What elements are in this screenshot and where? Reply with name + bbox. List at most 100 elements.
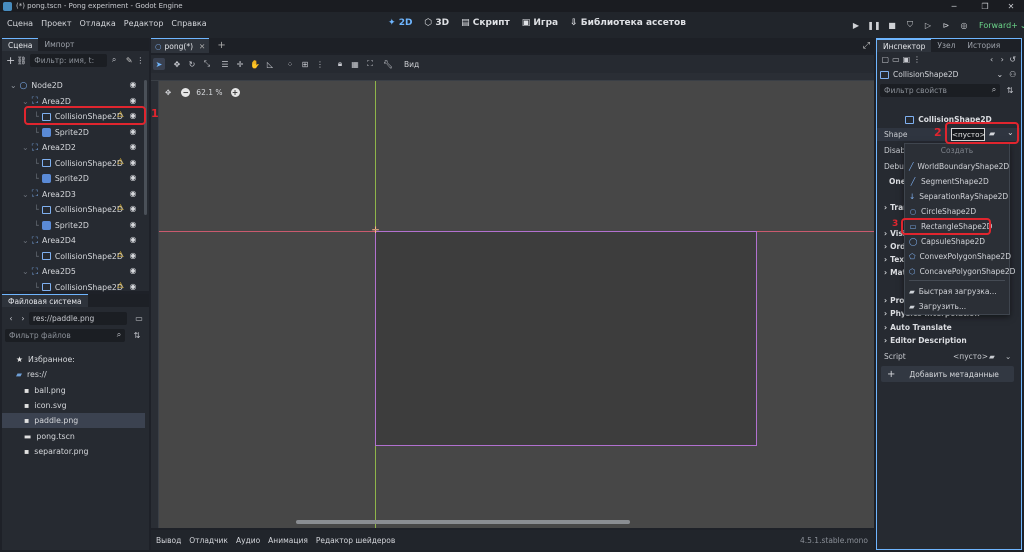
menu-debug[interactable]: Отладка: [80, 19, 116, 28]
file-tree-row[interactable]: ▪ separator.png: [2, 444, 145, 459]
mode-assetlib-button[interactable]: ⇩ Библиотека ассетов: [570, 18, 686, 28]
distraction-free-icon[interactable]: ⤢: [863, 41, 870, 51]
visibility-eye-icon[interactable]: ◉: [128, 189, 138, 199]
file-tree-row[interactable]: ▪ ball.png: [2, 383, 145, 398]
minimize-button[interactable]: ─: [943, 0, 965, 12]
tab-history[interactable]: История: [961, 39, 1006, 52]
warning-icon[interactable]: ⚠: [117, 281, 124, 290]
scene-tree-row[interactable]: └ Sprite2D ◉: [2, 218, 144, 233]
wrench-icon[interactable]: 🔧︎: [382, 58, 394, 70]
stop-icon[interactable]: ■: [884, 17, 900, 33]
scene-tree-row[interactable]: ⌄ ⛶ Area2D3 ◉: [2, 187, 144, 202]
select-tool-icon[interactable]: ➤: [153, 58, 165, 70]
animation-tab[interactable]: Анимация: [268, 536, 308, 545]
visibility-eye-icon[interactable]: ◉: [128, 235, 138, 245]
warning-icon[interactable]: ⚠: [117, 203, 124, 212]
close-tab-icon[interactable]: ✕: [199, 42, 205, 51]
menu-scene[interactable]: Сцена: [7, 19, 33, 28]
scene-tree-row[interactable]: └ CollisionShape2D ⚠ ◉: [2, 280, 144, 295]
pan-tool-icon[interactable]: ✋: [249, 58, 261, 70]
mode-3d-button[interactable]: ⬡ 3D: [424, 18, 449, 28]
back-icon[interactable]: ‹: [5, 312, 17, 324]
open-folder-icon[interactable]: ▭: [891, 54, 902, 66]
split-view-icon[interactable]: ▭: [133, 312, 145, 324]
file-tree-row[interactable]: ★ Избранное:: [2, 352, 145, 367]
visibility-eye-icon[interactable]: ◉: [128, 220, 138, 230]
tab-filesystem[interactable]: Файловая система: [2, 294, 88, 307]
mode-game-button[interactable]: ▣ Игра: [522, 18, 558, 28]
shape-option[interactable]: ╱ WorldBoundaryShape2D: [905, 159, 1009, 174]
visibility-eye-icon[interactable]: ◉: [128, 282, 138, 292]
tab-inspector[interactable]: Инспектор: [877, 39, 932, 52]
file-tree-row[interactable]: ▰ res://: [2, 367, 145, 382]
scene-tree-row[interactable]: └ CollisionShape2D ⚠ ◉: [2, 156, 144, 171]
movie-icon[interactable]: ◎: [956, 17, 972, 33]
editor-description-section[interactable]: › Editor Description: [877, 334, 1020, 347]
load-option[interactable]: ▰ Загрузить...: [905, 299, 1006, 314]
visibility-eye-icon[interactable]: ◉: [128, 80, 138, 90]
sort-icon[interactable]: ⇅: [131, 329, 143, 341]
auto-translate-section[interactable]: › Auto Translate: [877, 321, 1020, 334]
ruler-tool-icon[interactable]: ◺: [264, 58, 276, 70]
shader-editor-tab[interactable]: Редактор шейдеров: [316, 536, 395, 545]
file-tree-row[interactable]: ▪ paddle.png: [2, 413, 145, 429]
pause-icon[interactable]: ❚❚: [866, 17, 882, 33]
save-icon[interactable]: ▣: [901, 54, 912, 66]
skeleton-icon[interactable]: ⛶: [364, 58, 376, 70]
warning-icon[interactable]: ⚠: [117, 157, 124, 166]
mode-script-button[interactable]: ▤ Скрипт: [461, 18, 510, 28]
scene-tree-row[interactable]: ⌄ ⛶ Area2D2 ◉: [2, 140, 144, 155]
renderer-select[interactable]: Forward+: [979, 21, 1018, 30]
close-button[interactable]: ✕: [1000, 0, 1022, 12]
visibility-eye-icon[interactable]: ◉: [128, 96, 138, 106]
scene-tree-row[interactable]: └ CollisionShape2D ⚠ ◉: [2, 202, 144, 217]
shape-option[interactable]: ○ CircleShape2D: [905, 204, 1006, 219]
link-icon[interactable]: ⛓: [16, 54, 27, 66]
visibility-eye-icon[interactable]: ◉: [128, 251, 138, 261]
warning-icon[interactable]: ⚠: [117, 250, 124, 259]
remote-debug-icon[interactable]: ⛉: [902, 17, 918, 33]
more-options-icon[interactable]: ⋮: [314, 58, 326, 70]
visibility-eye-icon[interactable]: ◉: [128, 142, 138, 152]
play-icon[interactable]: ▶: [848, 17, 864, 33]
forward-icon[interactable]: ›: [997, 54, 1008, 66]
visibility-eye-icon[interactable]: ◉: [128, 204, 138, 214]
script-value-button[interactable]: <пусто>: [953, 352, 988, 361]
tab-scene[interactable]: Сцена: [2, 38, 39, 51]
expand-arrow-icon[interactable]: ⌄: [10, 81, 17, 90]
object-menu-icon[interactable]: ⚇: [1009, 70, 1016, 79]
sort-icon[interactable]: ⇅: [1004, 84, 1016, 96]
menu-editor[interactable]: Редактор: [124, 19, 164, 28]
more-options-icon[interactable]: ⋮: [135, 54, 146, 66]
visibility-eye-icon[interactable]: ◉: [128, 266, 138, 276]
move-tool-icon[interactable]: ✥: [171, 58, 183, 70]
scene-tree-row[interactable]: └ Sprite2D ◉: [2, 171, 144, 186]
scene-tree-row[interactable]: ⌄ ⛶ Area2D5 ◉: [2, 264, 144, 279]
path-field[interactable]: res://paddle.png: [29, 311, 127, 325]
scene-tree-scrollbar[interactable]: [144, 80, 147, 215]
add-tab-icon[interactable]: +: [217, 40, 225, 51]
horizontal-scrollbar[interactable]: [296, 520, 630, 524]
file-tree-row[interactable]: ▬ pong.tscn: [2, 429, 145, 444]
shape-option[interactable]: ╱ SegmentShape2D: [905, 174, 1006, 189]
grid-snap-icon[interactable]: ⊞: [299, 58, 311, 70]
shape-option[interactable]: ⬠ ConvexPolygonShape2D: [905, 249, 1011, 264]
play-scene-icon[interactable]: ▷: [920, 17, 936, 33]
back-icon[interactable]: ‹: [986, 54, 997, 66]
rotate-tool-icon[interactable]: ↻: [186, 58, 198, 70]
load-folder-icon[interactable]: ▰: [989, 352, 995, 361]
scene-tree-row[interactable]: ⌄ ○ Node2D ◉: [2, 78, 144, 93]
zoom-in-icon[interactable]: +: [230, 88, 240, 97]
shape-option[interactable]: ◯ CapsuleShape2D: [905, 234, 1006, 249]
forward-icon[interactable]: ›: [17, 312, 29, 324]
zoom-out-icon[interactable]: −: [181, 88, 191, 97]
debugger-tab[interactable]: Отладчик: [189, 536, 228, 545]
object-selector[interactable]: CollisionShape2D ⌄ ⚇: [877, 67, 1021, 82]
view-menu[interactable]: Вид: [404, 60, 419, 69]
add-metadata-button[interactable]: + Добавить метаданные: [881, 366, 1014, 382]
visibility-eye-icon[interactable]: ◉: [128, 158, 138, 168]
play-custom-icon[interactable]: ⊳: [938, 17, 954, 33]
new-resource-icon[interactable]: ▢: [880, 54, 891, 66]
snap-options-icon[interactable]: ⁘: [284, 58, 296, 70]
center-view-icon[interactable]: ✥: [165, 88, 171, 97]
